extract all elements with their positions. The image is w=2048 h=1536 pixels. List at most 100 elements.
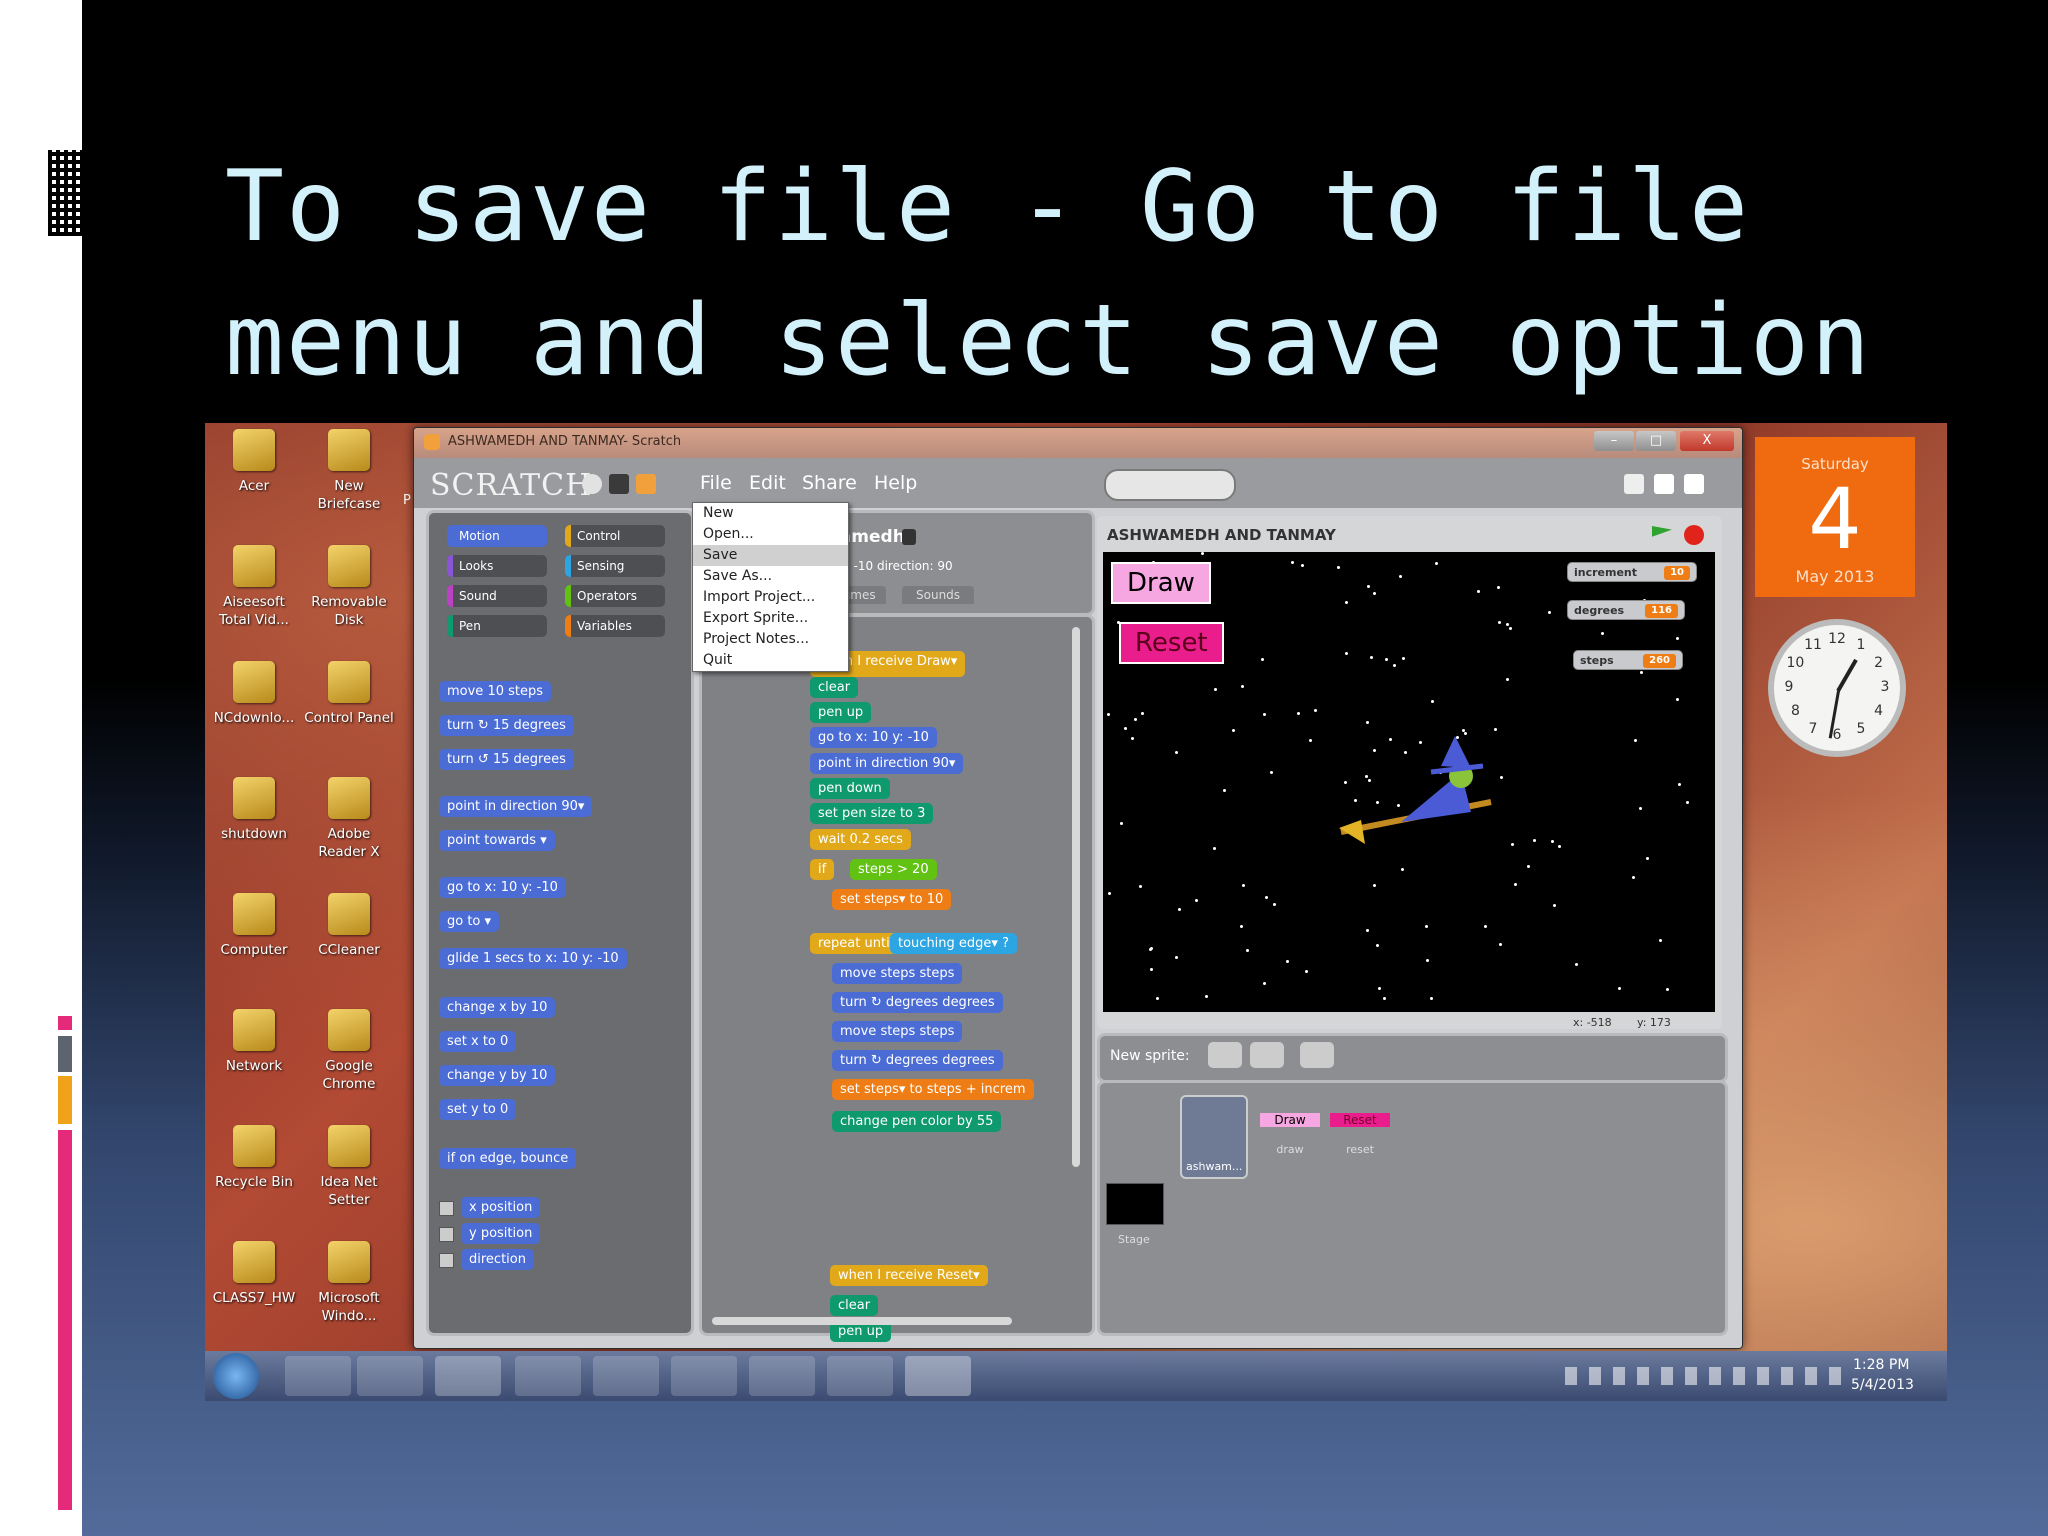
reporter-block[interactable]: direction [461, 1249, 534, 1270]
script-block[interactable]: change pen color by 55 [832, 1111, 1002, 1132]
witch-sprite[interactable] [1331, 732, 1511, 862]
motion-block[interactable]: point in direction 90▾ [439, 796, 593, 817]
reporter-checkbox[interactable] [439, 1253, 454, 1268]
draw-button[interactable]: Draw [1111, 562, 1211, 604]
firefox-icon[interactable] [435, 1356, 501, 1396]
desktop-icon-10[interactable]: Network [209, 1009, 299, 1075]
desktop-icon-13[interactable]: Idea Net Setter [304, 1125, 394, 1209]
desktop-icon-4[interactable]: NCdownlo... [209, 661, 299, 727]
script-block[interactable]: turn ↻ degrees degrees [832, 992, 1003, 1013]
file-menu-item[interactable]: Import Project... [693, 587, 848, 608]
sprite-thumb-draw[interactable]: Draw draw [1260, 1113, 1320, 1156]
share-icon[interactable] [636, 474, 656, 494]
motion-block[interactable]: glide 1 secs to x: 10 y: -10 [439, 948, 627, 969]
desktop-icon-14[interactable]: CLASS7_HW [209, 1241, 299, 1307]
reset-button[interactable]: Reset [1119, 622, 1224, 664]
window-titlebar[interactable]: ASHWAMEDH AND TANMAY- Scratch – □ X [414, 428, 1742, 458]
save-disk-icon[interactable] [609, 474, 629, 494]
internet-explorer-icon[interactable] [285, 1356, 351, 1396]
desktop-icon-5[interactable]: Control Panel [304, 661, 394, 727]
category-tab-6[interactable]: Pen [447, 615, 547, 637]
motion-block[interactable]: turn ↻ 15 degrees [439, 715, 574, 736]
small-stage-icon[interactable] [1624, 474, 1644, 494]
scratch-cat-taskbar-icon[interactable] [905, 1356, 971, 1396]
desktop-icon-12[interactable]: Recycle Bin [209, 1125, 299, 1191]
tab-sounds[interactable]: Sounds [902, 586, 975, 604]
stop-icon[interactable] [1684, 525, 1704, 545]
script-block[interactable]: clear [830, 1295, 879, 1316]
script-block[interactable]: set steps▾ to steps + increm [832, 1079, 1034, 1100]
sprite-thumb-reset[interactable]: Reset reset [1330, 1113, 1390, 1156]
category-tab-1[interactable]: Control [565, 525, 665, 547]
globe-icon[interactable] [582, 474, 602, 494]
desktop-icon-8[interactable]: Computer [209, 893, 299, 959]
file-explorer-icon[interactable] [357, 1356, 423, 1396]
reporter-block[interactable]: x position [461, 1197, 541, 1218]
script-block[interactable]: if [810, 859, 835, 880]
clock-gadget[interactable]: 12 1 2 3 4 5 6 7 8 9 10 11 [1768, 619, 1906, 757]
stage-thumbnail[interactable] [1106, 1183, 1164, 1225]
scripts-area[interactable]: when I receive Draw▾ clear pen up go to x: … [699, 614, 1095, 1342]
desktop-icon-11[interactable]: Google Chrome [304, 1009, 394, 1093]
desktop-icon-9[interactable]: CCleaner [304, 893, 394, 959]
system-tray-icons[interactable] [1565, 1367, 1845, 1385]
file-menu-item[interactable]: Project Notes... [693, 629, 848, 650]
monitor-degrees[interactable]: degrees 116 [1567, 600, 1685, 620]
file-menu-item[interactable]: Save [693, 545, 848, 566]
motion-block[interactable]: set y to 0 [439, 1099, 517, 1120]
picture-viewer-icon[interactable] [749, 1356, 815, 1396]
category-tab-4[interactable]: Sound [447, 585, 547, 607]
script-block[interactable]: point in direction 90▾ [810, 753, 964, 774]
file-menu-item[interactable]: Quit [693, 650, 848, 671]
reporter-checkbox[interactable] [439, 1201, 454, 1216]
powerpoint-icon[interactable] [827, 1356, 893, 1396]
motion-block[interactable]: go to x: 10 y: -10 [439, 877, 566, 898]
file-menu-item[interactable]: Save As... [693, 566, 848, 587]
category-tab-7[interactable]: Variables [565, 615, 665, 637]
script-block[interactable]: turn ↻ degrees degrees [832, 1050, 1003, 1071]
reporter-checkbox[interactable] [439, 1227, 454, 1242]
category-tab-0[interactable]: Motion [447, 525, 547, 547]
scripts-horizontal-scrollbar[interactable] [712, 1317, 1012, 1325]
normal-stage-icon[interactable] [1654, 474, 1674, 494]
script-block[interactable]: wait 0.2 secs [810, 829, 911, 850]
script-block[interactable]: repeat until [810, 933, 902, 954]
minimize-button[interactable]: – [1594, 431, 1634, 451]
desktop-icon-1[interactable]: New Briefcase [304, 429, 394, 513]
menu-share[interactable]: Share [802, 472, 857, 494]
menu-edit[interactable]: Edit [749, 472, 786, 494]
taskbar-time[interactable]: 1:28 PM [1853, 1357, 1909, 1373]
script-block[interactable]: set steps▾ to 10 [832, 889, 952, 910]
motion-block[interactable]: go to ▾ [439, 911, 500, 932]
word-icon[interactable] [671, 1356, 737, 1396]
desktop-icon-3[interactable]: Removable Disk [304, 545, 394, 629]
reporter-block[interactable]: y position [461, 1223, 541, 1244]
green-flag-icon[interactable] [1652, 526, 1672, 537]
calendar-gadget[interactable]: Saturday 4 May 2013 [1755, 437, 1915, 597]
script-block[interactable]: move steps steps [832, 1021, 963, 1042]
motion-block[interactable]: move 10 steps [439, 681, 552, 702]
surprise-sprite-icon[interactable] [1300, 1042, 1334, 1068]
script-block[interactable]: go to x: 10 y: -10 [810, 727, 937, 748]
motion-block[interactable]: change y by 10 [439, 1065, 556, 1086]
media-player-icon[interactable] [515, 1356, 581, 1396]
script-block[interactable]: when I receive Reset▾ [830, 1265, 988, 1286]
taskbar-date[interactable]: 5/4/2013 [1851, 1377, 1914, 1393]
category-tab-2[interactable]: Looks [447, 555, 547, 577]
motion-block[interactable]: change x by 10 [439, 997, 556, 1018]
stage-canvas[interactable]: Draw Reset increment 10 degrees 116 steps 2… [1103, 552, 1715, 1012]
category-tab-5[interactable]: Operators [565, 585, 665, 607]
monitor-steps[interactable]: steps 260 [1573, 650, 1683, 670]
sprite-thumb-witch[interactable]: ashwam... [1180, 1095, 1248, 1179]
chrome-icon[interactable] [593, 1356, 659, 1396]
menu-help[interactable]: Help [874, 472, 917, 494]
motion-block[interactable]: point towards ▾ [439, 830, 555, 851]
script-block[interactable]: clear [810, 677, 859, 698]
scripts-vertical-scrollbar[interactable] [1072, 627, 1080, 1167]
close-button[interactable]: X [1680, 431, 1734, 451]
paint-new-sprite-icon[interactable] [1208, 1042, 1242, 1068]
lock-icon[interactable] [902, 529, 916, 545]
script-block[interactable]: pen down [810, 778, 890, 799]
script-block[interactable]: set pen size to 3 [810, 803, 934, 824]
choose-new-sprite-icon[interactable] [1250, 1042, 1284, 1068]
